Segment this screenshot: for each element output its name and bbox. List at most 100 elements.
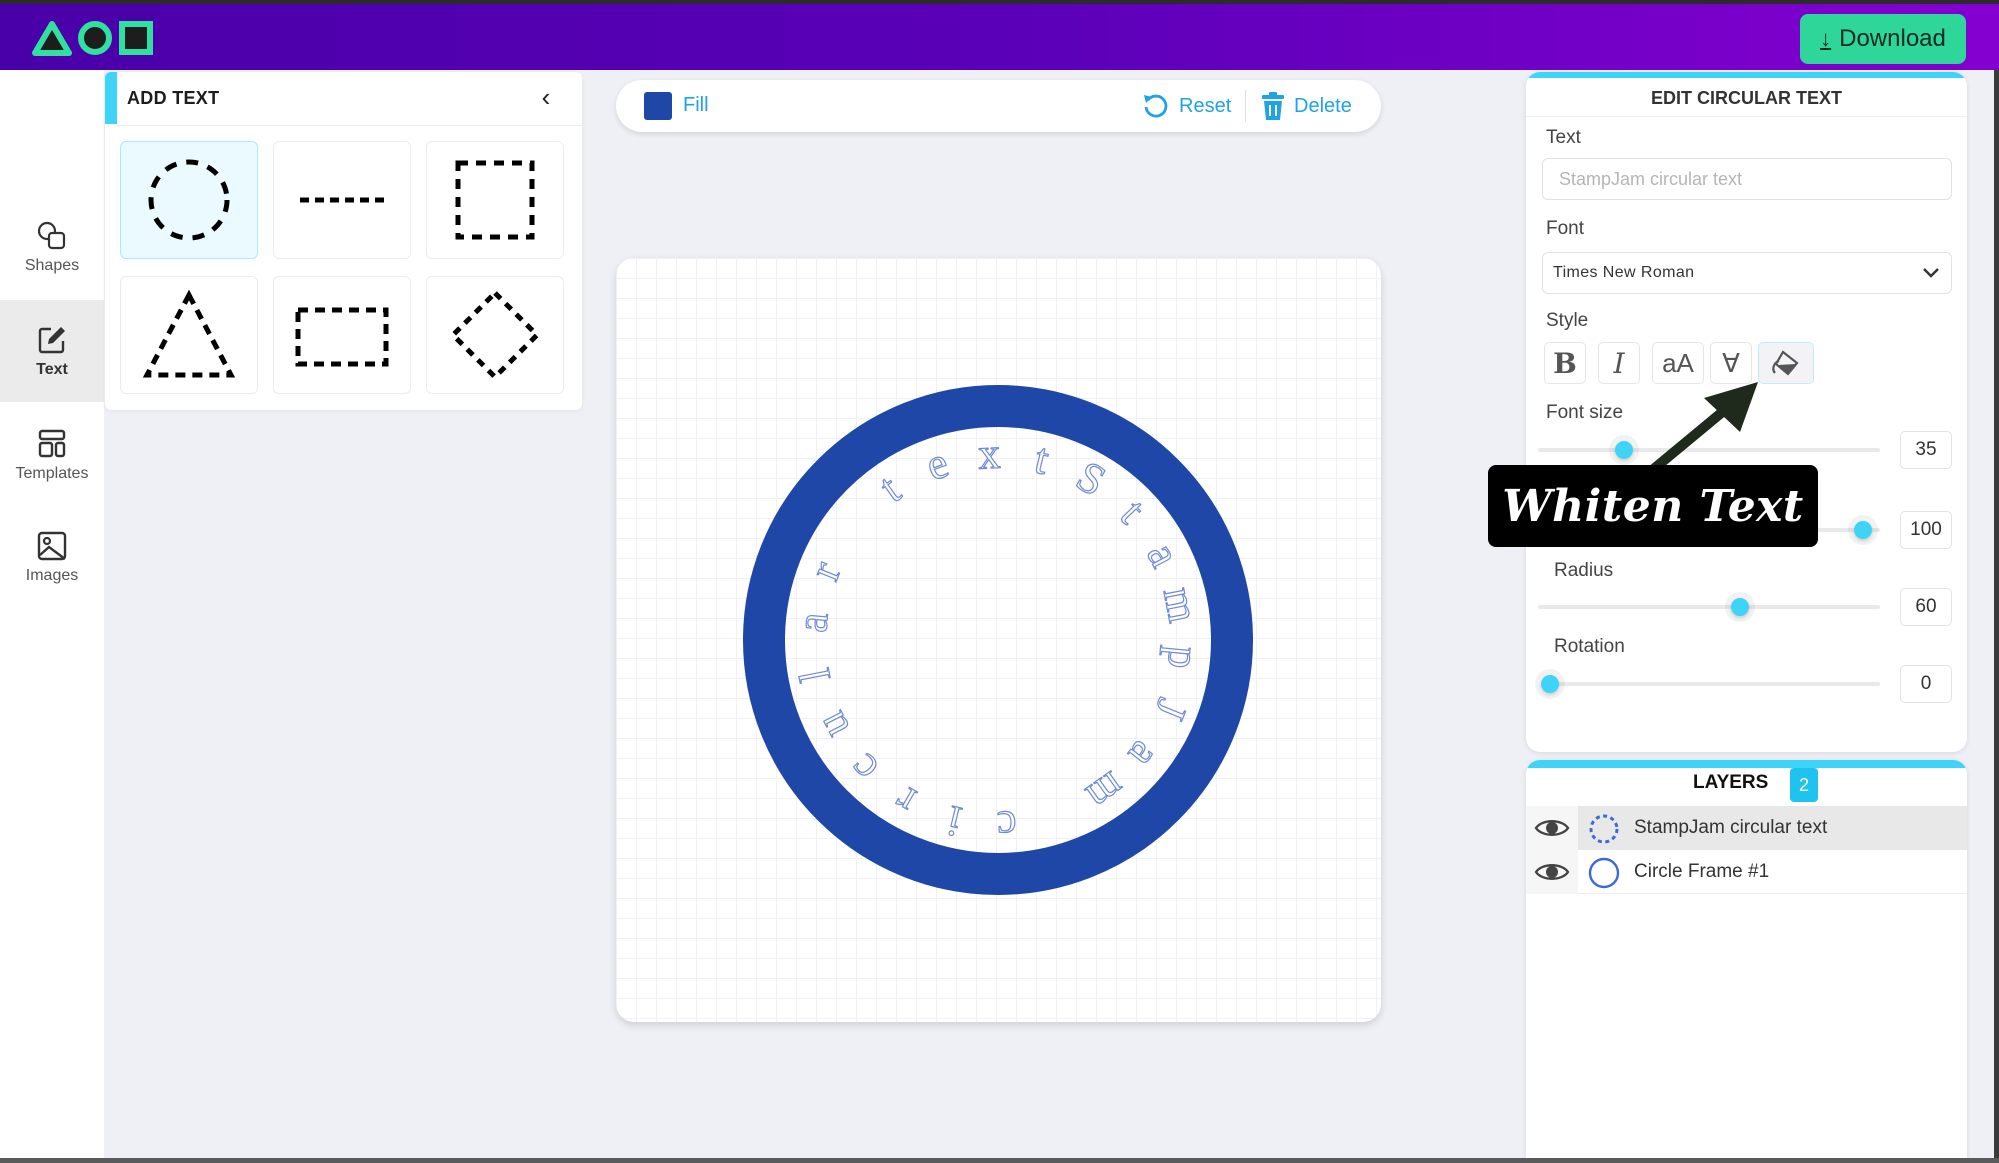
shape-option-square[interactable] (426, 141, 564, 259)
italic-button[interactable]: I (1598, 342, 1640, 384)
download-button[interactable]: ↓ Download (1800, 14, 1966, 64)
circular-text-char: S (1068, 451, 1114, 506)
sidebar-item-shapes[interactable]: Shapes (0, 196, 104, 298)
circular-text-char: a (1119, 732, 1170, 778)
circular-text-char: c (839, 745, 888, 793)
circular-text-char: r (886, 776, 923, 826)
rotation-value[interactable]: 0 (1900, 665, 1952, 703)
chevron-down-icon (1923, 268, 1939, 278)
triangle-icon (32, 21, 72, 56)
font-field-label: Font (1546, 218, 1585, 239)
shapes-icon (37, 221, 66, 250)
dashed-square-icon (455, 160, 535, 240)
flip-text-button[interactable]: ∀ (1710, 342, 1752, 384)
dashed-rectangle-icon (295, 307, 389, 367)
circular-text-char: p (1158, 644, 1209, 671)
circular-text[interactable]: StampJam circular text (787, 428, 1210, 852)
case-toggle-button[interactable]: aA (1652, 342, 1704, 384)
text-input[interactable] (1542, 158, 1952, 200)
panel-title: EDIT CIRCULAR TEXT (1651, 88, 1842, 108)
shape-option-triangle[interactable] (120, 276, 258, 394)
sidebar-item-label: Text (36, 361, 68, 378)
fill-color-button[interactable] (1758, 342, 1814, 384)
rotation-slider[interactable] (1541, 675, 1880, 693)
layer-item[interactable]: StampJam circular text (1526, 806, 1967, 850)
font-select-value: Times New Roman (1553, 264, 1695, 281)
fill-button[interactable]: Fill (683, 94, 709, 117)
circle-icon (78, 21, 112, 55)
toolbar-divider (1245, 90, 1246, 122)
shape-option-line[interactable] (273, 141, 411, 259)
sidebar-item-label: Shapes (24, 257, 80, 274)
reset-label: Reset (1179, 94, 1232, 117)
left-sidebar: Shapes Text Templates Images (0, 70, 104, 1158)
italic-icon: I (1613, 346, 1625, 380)
panel-accent-bar (105, 72, 117, 124)
radius-value[interactable]: 60 (1900, 588, 1952, 626)
templates-icon (38, 429, 66, 458)
layers-title: LAYERS (1693, 772, 1769, 793)
bold-icon: B (1553, 346, 1577, 380)
design-canvas[interactable]: StampJam circular text (616, 258, 1381, 1022)
font-select[interactable]: Times New Roman (1542, 252, 1952, 294)
sidebar-item-templates[interactable]: Templates (0, 404, 104, 506)
circular-text-char: t (871, 465, 909, 512)
dashed-triangle-icon (142, 289, 236, 378)
layers-count-badge: 2 (1790, 768, 1818, 802)
slider-thumb[interactable] (1730, 598, 1749, 616)
circular-text-char: t (1111, 490, 1155, 533)
slider-thumb[interactable] (1853, 521, 1872, 539)
window-bottom-border (0, 1158, 1999, 1163)
rotation-label: Rotation (1554, 636, 1625, 657)
style-label: Style (1546, 310, 1589, 331)
annotation-callout: Whiten Text (1488, 465, 1818, 547)
delete-label: Delete (1294, 94, 1352, 117)
paint-bucket-icon (1772, 350, 1799, 376)
reset-button[interactable]: Reset (1141, 88, 1231, 124)
divider (117, 125, 582, 126)
sidebar-item-label: Templates (15, 465, 89, 482)
layers-panel: LAYERS 2 StampJam circular text Circle F… (1526, 760, 1967, 1160)
circular-text-char: u (805, 704, 859, 746)
circular-text-char: J (1145, 692, 1197, 726)
app-header: ↓ Download (0, 4, 1999, 70)
bold-button[interactable]: B (1544, 342, 1586, 384)
slider-thumb[interactable] (1614, 441, 1633, 459)
window-right-border (1994, 70, 1999, 1158)
circular-text-char: i (942, 796, 965, 847)
visibility-toggle[interactable] (1526, 850, 1578, 894)
dashed-circle-icon (148, 159, 230, 241)
spacing-value[interactable]: 100 (1900, 511, 1952, 549)
circular-text-char: t (1030, 434, 1053, 485)
font-size-value[interactable]: 35 (1900, 431, 1952, 469)
shape-option-circle[interactable] (120, 141, 258, 259)
image-icon (37, 531, 67, 561)
case-icon: aA (1662, 347, 1694, 378)
sidebar-item-text[interactable]: Text (0, 300, 104, 402)
sidebar-item-label: Images (25, 567, 79, 584)
radius-slider[interactable] (1538, 598, 1880, 616)
layer-name: Circle Frame #1 (1634, 861, 1770, 882)
eye-icon (1534, 820, 1570, 836)
edit-text-icon (38, 327, 65, 354)
shape-option-diamond[interactable] (426, 276, 564, 394)
circular-text-char: l (790, 665, 840, 686)
layer-item[interactable]: Circle Frame #1 (1526, 850, 1967, 894)
shape-option-rectangle[interactable] (273, 276, 411, 394)
stamp-artwork[interactable]: StampJam circular text (616, 258, 1381, 1022)
download-label: Download (1839, 25, 1946, 52)
sidebar-item-images[interactable]: Images (0, 506, 104, 608)
element-toolbar: Fill Reset Delete (616, 80, 1381, 132)
dashed-line-icon (300, 197, 384, 203)
add-text-panel: ADD TEXT ‹ (105, 72, 582, 410)
circular-text-char: m (1154, 583, 1209, 626)
divider (1526, 116, 1967, 117)
visibility-toggle[interactable] (1526, 806, 1578, 850)
fill-color-swatch[interactable] (644, 92, 672, 120)
app-logo[interactable] (32, 18, 154, 58)
circle-layer-icon (1588, 857, 1620, 889)
chevron-left-icon[interactable]: ‹ (531, 82, 561, 112)
delete-button[interactable]: Delete (1260, 88, 1352, 124)
eye-icon (1534, 864, 1570, 880)
slider-thumb[interactable] (1541, 675, 1559, 693)
